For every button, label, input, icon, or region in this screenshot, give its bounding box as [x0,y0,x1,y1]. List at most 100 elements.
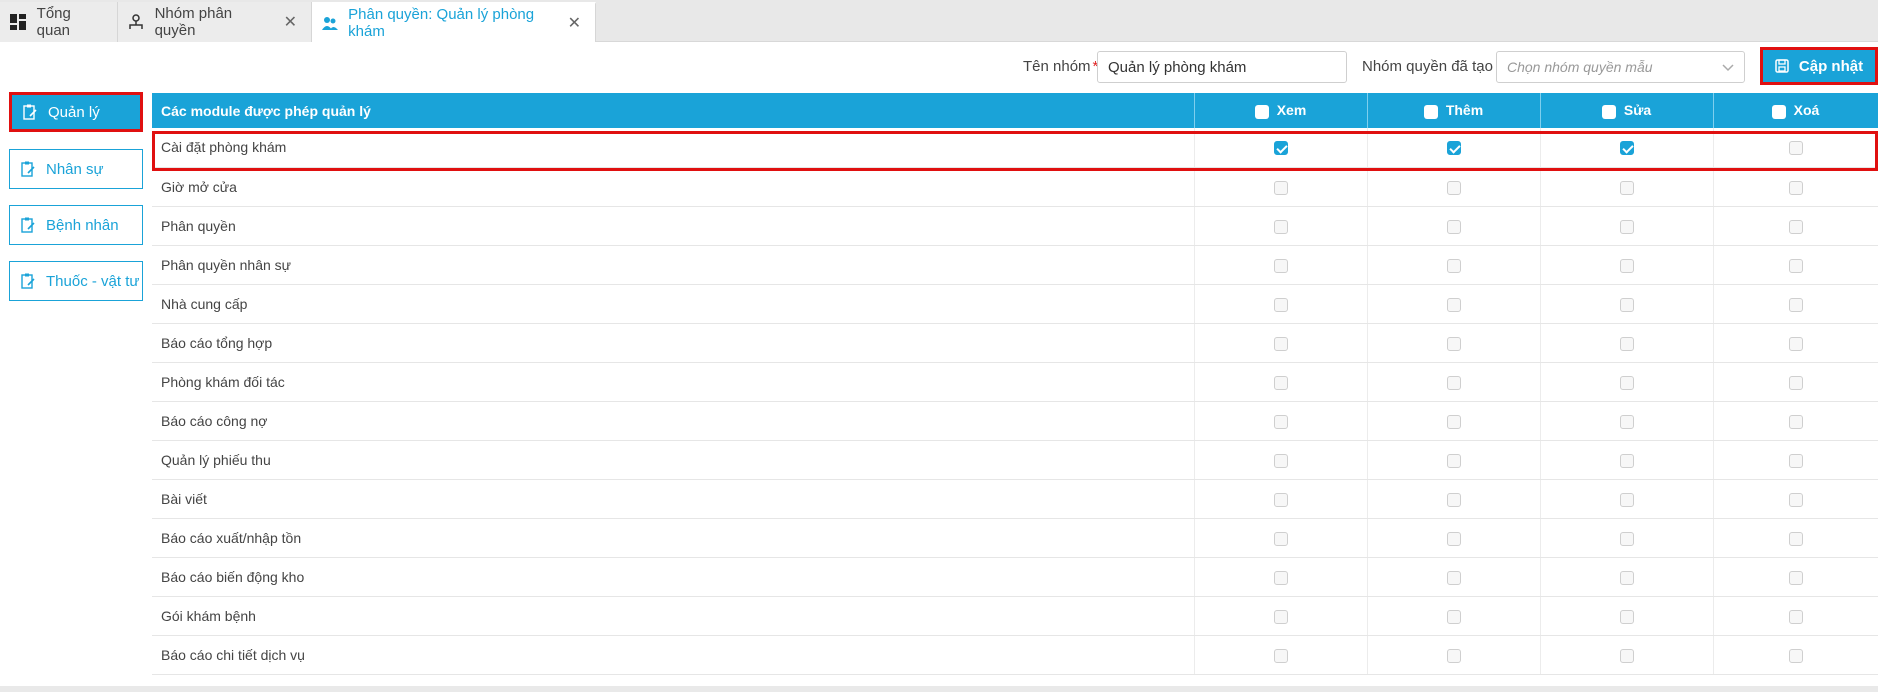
add-checkbox[interactable] [1446,453,1461,468]
sidebar-item-medicine[interactable]: Thuốc - vật tư [9,261,143,301]
edit-checkbox[interactable] [1619,453,1634,468]
add-checkbox[interactable] [1446,258,1461,273]
close-icon[interactable]: ✕ [568,13,581,33]
save-icon [1775,59,1789,73]
column-header-delete: Xoá [1713,93,1878,128]
delete-checkbox[interactable] [1788,141,1803,156]
view-checkbox[interactable] [1273,219,1288,234]
tab-permission-edit[interactable]: Phân quyền: Quản lý phòng khám ✕ [312,2,596,42]
view-checkbox[interactable] [1273,141,1288,156]
cell-add [1367,323,1541,363]
tab-permission-groups[interactable]: Nhóm phân quyền ✕ [118,2,312,42]
delete-checkbox[interactable] [1788,258,1803,273]
delete-checkbox[interactable] [1788,492,1803,507]
select-all-add-checkbox[interactable] [1423,104,1438,119]
edit-checkbox[interactable] [1619,297,1634,312]
view-checkbox[interactable] [1273,531,1288,546]
delete-checkbox[interactable] [1788,219,1803,234]
delete-checkbox[interactable] [1788,531,1803,546]
view-checkbox[interactable] [1273,414,1288,429]
table-row: Báo cáo chi tiết dịch vụ [152,635,1878,675]
edit-checkbox[interactable] [1619,336,1634,351]
add-checkbox[interactable] [1446,336,1461,351]
template-select[interactable]: Chọn nhóm quyền mẫu [1496,51,1745,83]
cell-delete [1713,479,1878,519]
select-all-edit-checkbox[interactable] [1601,104,1616,119]
table-row: Báo cáo xuất/nhập tồn [152,518,1878,558]
add-checkbox[interactable] [1446,375,1461,390]
edit-checkbox[interactable] [1619,492,1634,507]
sidebar-item-management[interactable]: Quản lý [9,92,143,132]
add-checkbox[interactable] [1446,414,1461,429]
table-row: Giờ mở cửa [152,167,1878,207]
view-checkbox[interactable] [1273,375,1288,390]
add-checkbox[interactable] [1446,141,1461,156]
close-icon[interactable]: ✕ [284,12,297,32]
cell-add [1367,284,1541,324]
sidebar-item-patients[interactable]: Bệnh nhân [9,205,143,245]
column-header-view: Xem [1194,93,1368,128]
cell-add [1367,128,1541,168]
clipboard-icon [22,104,38,120]
cell-view [1194,323,1368,363]
edit-checkbox[interactable] [1619,570,1634,585]
delete-checkbox[interactable] [1788,453,1803,468]
tab-overview[interactable]: Tổng quan [0,2,118,42]
view-checkbox[interactable] [1273,609,1288,624]
view-checkbox[interactable] [1273,570,1288,585]
add-checkbox[interactable] [1446,297,1461,312]
cell-edit [1540,167,1714,207]
edit-checkbox[interactable] [1619,531,1634,546]
edit-checkbox[interactable] [1619,375,1634,390]
update-button[interactable]: Cập nhật [1760,47,1878,85]
edit-checkbox[interactable] [1619,609,1634,624]
cell-edit [1540,128,1714,168]
edit-checkbox[interactable] [1619,180,1634,195]
table-row: Báo cáo tổng hợp [152,323,1878,363]
add-checkbox[interactable] [1446,609,1461,624]
sidebar-item-staff[interactable]: Nhân sự [9,149,143,189]
module-name: Cài đặt phòng khám [152,128,1195,168]
add-checkbox[interactable] [1446,219,1461,234]
delete-checkbox[interactable] [1788,375,1803,390]
view-checkbox[interactable] [1273,180,1288,195]
delete-checkbox[interactable] [1788,570,1803,585]
edit-checkbox[interactable] [1619,141,1634,156]
cell-delete [1713,440,1878,480]
view-checkbox[interactable] [1273,492,1288,507]
select-all-view-checkbox[interactable] [1254,104,1269,119]
view-checkbox[interactable] [1273,648,1288,663]
add-checkbox[interactable] [1446,180,1461,195]
tab-label: Tổng quan [36,5,71,39]
cell-view [1194,440,1368,480]
edit-checkbox[interactable] [1619,648,1634,663]
cell-edit [1540,206,1714,246]
cell-add [1367,479,1541,519]
edit-checkbox[interactable] [1619,219,1634,234]
add-checkbox[interactable] [1446,570,1461,585]
cell-view [1194,518,1368,558]
cell-delete [1713,362,1878,402]
delete-checkbox[interactable] [1788,336,1803,351]
cell-delete [1713,284,1878,324]
edit-checkbox[interactable] [1619,258,1634,273]
cell-view [1194,167,1368,207]
select-all-delete-checkbox[interactable] [1771,104,1786,119]
delete-checkbox[interactable] [1788,297,1803,312]
permissions-table: Các module được phép quản lý Xem Thêm Sử… [152,93,1878,675]
tab-label: Phân quyền: Quản lý phòng khám [348,6,535,40]
view-checkbox[interactable] [1273,258,1288,273]
delete-checkbox[interactable] [1788,609,1803,624]
view-checkbox[interactable] [1273,336,1288,351]
edit-checkbox[interactable] [1619,414,1634,429]
delete-checkbox[interactable] [1788,180,1803,195]
group-name-input[interactable] [1097,51,1347,83]
add-checkbox[interactable] [1446,492,1461,507]
cell-delete [1713,128,1878,168]
view-checkbox[interactable] [1273,297,1288,312]
add-checkbox[interactable] [1446,531,1461,546]
add-checkbox[interactable] [1446,648,1461,663]
delete-checkbox[interactable] [1788,414,1803,429]
view-checkbox[interactable] [1273,453,1288,468]
delete-checkbox[interactable] [1788,648,1803,663]
